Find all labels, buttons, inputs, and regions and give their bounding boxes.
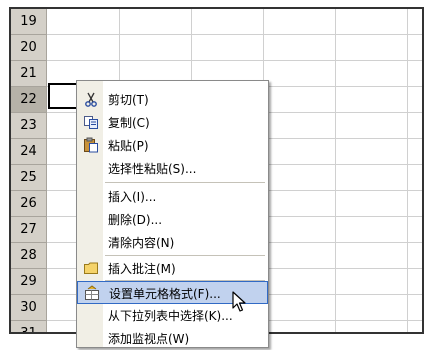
paste-icon <box>83 137 99 153</box>
menu-item-insert-comment[interactable]: 插入批注(M) <box>77 257 268 280</box>
scissors-icon <box>83 91 99 107</box>
menu-item-delete[interactable]: 删除(D)... <box>77 208 268 231</box>
menu-item-paste[interactable]: 粘贴(P) <box>77 134 268 157</box>
row-header[interactable]: 23 <box>11 113 47 139</box>
row-header[interactable]: 31 <box>11 321 47 332</box>
menu-item-label: 插入批注(M) <box>108 262 176 276</box>
menu-item-label: 选择性粘贴(S)... <box>108 162 197 176</box>
row-header[interactable]: 19 <box>11 9 47 35</box>
menu-item-label: 从下拉列表中选择(K)... <box>108 309 233 323</box>
menu-item-label: 插入(I)... <box>108 190 157 204</box>
row-header[interactable]: 24 <box>11 139 47 165</box>
menu-item-label: 清除内容(N) <box>108 236 175 250</box>
menu-separator <box>105 182 265 183</box>
row-header[interactable]: 28 <box>11 243 47 269</box>
menu-separator <box>105 255 265 256</box>
row-header[interactable]: 26 <box>11 191 47 217</box>
menu-item-paste-special[interactable]: 选择性粘贴(S)... <box>77 157 268 180</box>
menu-item-label: 剪切(T) <box>108 93 149 107</box>
menu-item-clear-contents[interactable]: 清除内容(N) <box>77 231 268 254</box>
menu-item-insert[interactable]: 插入(I)... <box>77 185 268 208</box>
format-cells-icon <box>84 285 100 301</box>
copy-icon <box>83 114 99 130</box>
row-header-active[interactable]: 22 <box>11 87 47 113</box>
comment-icon <box>83 260 99 276</box>
menu-item-copy[interactable]: 复制(C) <box>77 111 268 134</box>
row-header[interactable]: 20 <box>11 35 47 61</box>
menu-item-label: 粘贴(P) <box>108 139 149 153</box>
menu-item-label: 删除(D)... <box>108 213 163 227</box>
menu-item-label: 设置单元格格式(F)... <box>109 287 221 301</box>
menu-item-cut[interactable]: 剪切(T) <box>77 88 268 111</box>
row-header[interactable]: 21 <box>11 61 47 87</box>
menu-item-label: 添加监视点(W) <box>108 332 190 346</box>
row-header[interactable]: 25 <box>11 165 47 191</box>
row-header[interactable]: 29 <box>11 269 47 295</box>
row-header[interactable]: 27 <box>11 217 47 243</box>
menu-item-label: 复制(C) <box>108 116 150 130</box>
mouse-pointer-icon <box>232 291 246 317</box>
row-header[interactable]: 30 <box>11 295 47 321</box>
row-header-column: 19 20 21 22 23 24 25 26 27 28 29 30 31 <box>11 9 47 332</box>
